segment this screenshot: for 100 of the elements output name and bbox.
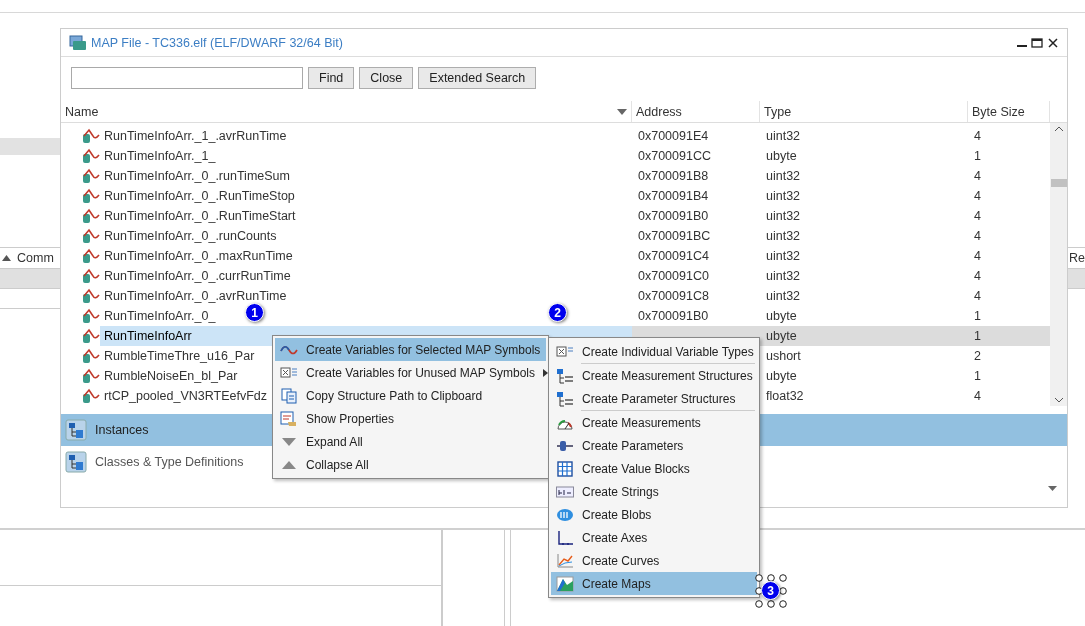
byte-size-cell-text: 1 [973, 309, 982, 323]
menu-item[interactable]: Create Parameter Structures [551, 387, 757, 410]
menu-item[interactable]: Create Strings [551, 480, 757, 503]
variable-icon [82, 288, 100, 304]
table-row[interactable]: 0x700091CC ubyte 1 [632, 146, 1050, 166]
address-cell-text: 0x700091B0 [637, 309, 710, 323]
type-cell-text: uint32 [765, 289, 802, 303]
search-field[interactable] [71, 67, 303, 89]
toolbar-button[interactable]: Find [308, 67, 355, 89]
variable-icon [82, 148, 100, 164]
toolbar-button[interactable]: Extended Search [418, 67, 537, 89]
address-cell-text: 0x700091B8 [637, 169, 710, 183]
table-row[interactable]: 0x700091BC uint32 4 [632, 226, 1050, 246]
scrollbar[interactable] [1050, 123, 1067, 406]
step-marker: 3 [761, 581, 780, 600]
table-row[interactable]: 0x700091B4 uint32 4 [632, 186, 1050, 206]
dropdown-arrow-icon[interactable] [1048, 486, 1057, 491]
close-icon[interactable] [1047, 37, 1059, 48]
variable-icon [82, 128, 100, 144]
variable-icon [82, 248, 100, 264]
menu-item[interactable]: Create Variables for Unused MAP Symbols [275, 361, 546, 384]
address-cell-text: 0x700091B0 [637, 209, 710, 223]
address-cell-text: 0x700091C4 [637, 249, 710, 263]
menu-item[interactable]: Create Variables for Selected MAP Symbols [275, 338, 546, 361]
symbol-name[interactable]: RunTimeInfoArr._1_.avrRunTime [100, 126, 287, 146]
menu-item[interactable]: Copy Structure Path to Clipboard [275, 384, 546, 407]
byte-size-cell-text: 4 [973, 129, 982, 143]
symbol-name[interactable]: RunTimeInfoArr._1_ [100, 146, 216, 166]
table-row[interactable]: 0x700091B0 uint32 4 [632, 206, 1050, 226]
menu-item[interactable]: Collapse All [275, 453, 546, 476]
type-cell-text: ubyte [765, 329, 798, 343]
column-header-label: Type [764, 104, 793, 119]
variable-icon [82, 368, 100, 384]
maximize-icon[interactable] [1031, 37, 1043, 48]
toolbar-button[interactable]: Close [359, 67, 414, 89]
scrollbar-thumb[interactable] [1051, 179, 1067, 187]
symbol-name[interactable]: RunTimeInfoArr._0_.runTimeSum [100, 166, 290, 186]
type-cell-text: uint32 [765, 129, 802, 143]
column-header-label: Address [636, 104, 683, 119]
abc-icon [556, 483, 574, 500]
column-header[interactable]: Byte Size [968, 101, 1050, 122]
type-cell-text: uint32 [765, 169, 802, 183]
symbol-name[interactable]: RunTimeInfoArr._0_.avrRunTime [100, 286, 287, 306]
byte-size-cell-text: 4 [973, 189, 982, 203]
panel-tab-label: Classes & Type Definitions [95, 455, 244, 469]
scroll-up-icon[interactable] [1053, 126, 1064, 132]
table-row[interactable]: 0x700091B0 ubyte 1 [632, 306, 1050, 326]
variable-icon [82, 348, 100, 364]
list-icon [280, 364, 298, 381]
tree-icon [65, 419, 87, 441]
menu-item[interactable]: Create Curves [551, 549, 757, 572]
type-cell-text: uint32 [765, 209, 802, 223]
menu-item[interactable]: Create Measurement Structures [551, 364, 757, 387]
byte-size-cell-text: 2 [973, 349, 982, 363]
byte-size-cell-text: 1 [973, 369, 982, 383]
menu-item[interactable]: Create Measurements [551, 411, 757, 434]
byte-size-cell-text: 4 [973, 209, 982, 223]
menu-item[interactable]: Create Maps [551, 572, 757, 595]
structure-icon [556, 390, 574, 407]
type-cell-text: ubyte [765, 309, 798, 323]
axes-icon [556, 529, 574, 546]
table-row[interactable]: 0x700091C8 uint32 4 [632, 286, 1050, 306]
address-cell-text: 0x700091E4 [637, 129, 710, 143]
variable-icon [82, 228, 100, 244]
symbol-name[interactable]: RumbleTimeThre_u16_Par [100, 346, 255, 366]
symbol-name[interactable]: RunTimeInfoArr._0_.runCounts [100, 226, 277, 246]
column-header[interactable]: Type [760, 101, 968, 122]
address-cell-text: 0x700091CC [637, 149, 712, 163]
table-row[interactable]: 0x700091C4 uint32 4 [632, 246, 1050, 266]
symbol-name[interactable]: RunTimeInfoArr._0_.currRunTime [100, 266, 291, 286]
byte-size-cell-text: 1 [973, 329, 982, 343]
symbol-name[interactable]: rtCP_pooled_VN3RTEefvFdz [100, 386, 268, 406]
symbol-name[interactable]: RunTimeInfoArr._0_.RunTimeStop [100, 186, 295, 206]
table-row[interactable]: 0x700091E4 uint32 4 [632, 126, 1050, 146]
structure-icon [556, 367, 574, 384]
menu-item[interactable]: Create Value Blocks [551, 457, 757, 480]
symbol-name[interactable]: RumbleNoiseEn_bl_Par [100, 366, 238, 386]
tree-icon [65, 451, 87, 473]
blob-icon [556, 506, 574, 523]
byte-size-cell-text: 4 [973, 289, 982, 303]
column-header[interactable]: Address [632, 101, 760, 122]
dropdown-arrow-icon[interactable] [617, 108, 627, 115]
menu-item[interactable]: Create Blobs [551, 503, 757, 526]
symbol-name[interactable]: RunTimeInfoArr._0_.maxRunTime [100, 246, 293, 266]
type-cell-text: uint32 [765, 269, 802, 283]
symbol-name[interactable]: RunTimeInfoArr._0_.RunTimeStart [100, 206, 296, 226]
table-row[interactable]: 0x700091B8 uint32 4 [632, 166, 1050, 186]
grid-icon [556, 460, 574, 477]
type-cell-text: uint32 [765, 229, 802, 243]
menu-item[interactable]: Create Axes [551, 526, 757, 549]
window-title: MAP File - TC336.elf (ELF/DWARF 32/64 Bit) [91, 35, 344, 50]
symbol-name[interactable]: RunTimeInfoArr._0_ [100, 306, 216, 326]
menu-item[interactable]: Show Properties [275, 407, 546, 430]
column-header[interactable]: Name [61, 101, 632, 122]
properties-icon [280, 410, 298, 427]
panel-tab-label: Instances [95, 423, 149, 437]
scroll-down-icon[interactable] [1053, 397, 1064, 403]
table-row[interactable]: 0x700091C0 uint32 4 [632, 266, 1050, 286]
variable-icon [82, 208, 100, 224]
type-cell-text: float32 [765, 389, 805, 403]
